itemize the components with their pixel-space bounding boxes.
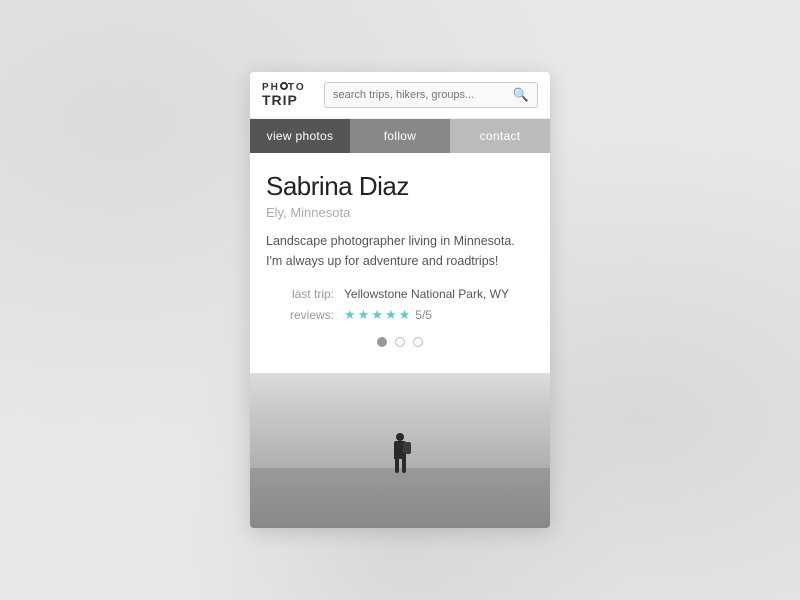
contact-button[interactable]: contact [450, 119, 550, 153]
dot-2[interactable] [395, 337, 405, 347]
action-buttons: view photos follow contact [250, 119, 550, 153]
reviews-row: reviews: ★ ★ ★ ★ ★ 5/5 [266, 307, 534, 323]
profile-name: Sabrina Diaz [266, 171, 534, 202]
reviews-label: reviews: [266, 308, 334, 322]
photo-ground [250, 468, 550, 528]
logo: PHTO TRIP [262, 83, 314, 107]
profile-bio: Landscape photographer living in Minneso… [266, 232, 534, 271]
star-5: ★ [399, 307, 411, 323]
last-trip-value: Yellowstone National Park, WY [344, 287, 509, 301]
pagination-dots [266, 337, 534, 361]
star-2: ★ [358, 307, 370, 323]
figure-backpack [403, 442, 411, 454]
search-icon: 🔍 [513, 87, 529, 103]
star-1: ★ [344, 307, 356, 323]
figure-body [394, 433, 406, 473]
profile-location: Ely, Minnesota [266, 205, 534, 220]
figure-head [396, 433, 404, 441]
last-trip-label: last trip: [266, 287, 334, 301]
follow-button[interactable]: follow [350, 119, 450, 153]
figure-torso [394, 441, 406, 459]
phone-card: PHTO TRIP 🔍 view photos follow contact S… [250, 72, 550, 528]
reviews-score: 5/5 [415, 308, 432, 322]
photo-figure [394, 433, 406, 473]
dot-1[interactable] [377, 337, 387, 347]
figure-leg-left [395, 459, 399, 473]
photo-section [250, 373, 550, 528]
view-photos-button[interactable]: view photos [250, 119, 350, 153]
stars: ★ ★ ★ ★ ★ [344, 307, 410, 323]
search-input[interactable] [333, 89, 513, 101]
logo-o-icon [280, 82, 288, 90]
star-3: ★ [371, 307, 383, 323]
profile-content: Sabrina Diaz Ely, Minnesota Landscape ph… [250, 153, 550, 373]
profile-meta: last trip: Yellowstone National Park, WY… [266, 287, 534, 323]
dot-3[interactable] [413, 337, 423, 347]
figure-leg-right [402, 459, 406, 473]
star-4: ★ [385, 307, 397, 323]
search-bar[interactable]: 🔍 [324, 82, 538, 108]
last-trip-row: last trip: Yellowstone National Park, WY [266, 287, 534, 301]
header: PHTO TRIP 🔍 [250, 72, 550, 119]
figure-legs [395, 459, 406, 473]
logo-trip-text: TRIP [262, 93, 314, 107]
